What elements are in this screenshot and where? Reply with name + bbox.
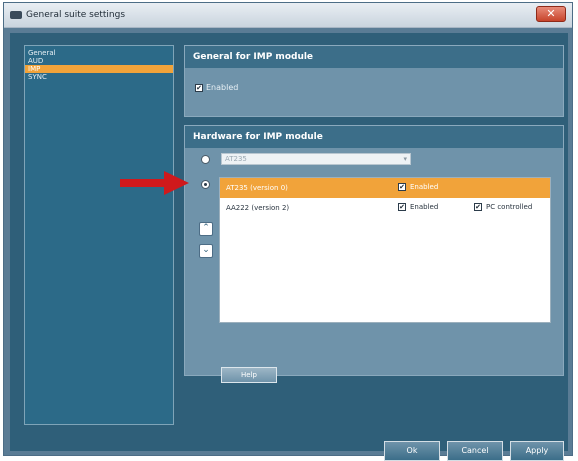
window-title: General suite settings bbox=[26, 10, 126, 20]
window-client-area: General AUD IMP SYNC General for IMP mod… bbox=[10, 33, 568, 461]
title-bar: General suite settings ✕ bbox=[4, 3, 572, 28]
hardware-group: Hardware for IMP module AT235 ▾ ⌃ ⌄ AT23… bbox=[184, 125, 564, 383]
general-group: General for IMP module ✔ Enabled bbox=[184, 45, 564, 117]
chevron-down-icon: ▾ bbox=[403, 155, 407, 163]
module-enabled-checkbox[interactable]: ✔ bbox=[195, 83, 203, 92]
hardware-combo[interactable]: AT235 ▾ bbox=[221, 153, 411, 165]
cancel-button[interactable]: Cancel bbox=[447, 441, 503, 461]
app-icon bbox=[10, 11, 22, 19]
move-down-button[interactable]: ⌄ bbox=[199, 244, 213, 258]
hardware-list-radio[interactable] bbox=[201, 180, 210, 189]
device-list[interactable]: AT235 (version 0) ✔ Enabled AA222 (versio… bbox=[219, 177, 551, 323]
device-name: AT235 (version 0) bbox=[226, 184, 288, 192]
help-button[interactable]: Help bbox=[221, 367, 277, 383]
hardware-group-title: Hardware for IMP module bbox=[185, 126, 563, 148]
pc-controlled-checkbox[interactable]: ✔ bbox=[474, 203, 482, 211]
close-button[interactable]: ✕ bbox=[536, 6, 566, 22]
module-enabled-label: Enabled bbox=[206, 83, 239, 92]
device-enabled-label: Enabled bbox=[410, 183, 439, 191]
red-arrow-annotation bbox=[120, 171, 189, 195]
nav-item-aud[interactable]: AUD bbox=[25, 57, 173, 65]
ok-button[interactable]: Ok bbox=[384, 441, 440, 461]
settings-nav-list: General AUD IMP SYNC bbox=[24, 45, 174, 425]
nav-item-general[interactable]: General bbox=[25, 49, 173, 57]
device-enabled: ✔ Enabled bbox=[398, 203, 438, 211]
device-name: AA222 (version 2) bbox=[226, 204, 290, 212]
device-enabled: ✔ Enabled bbox=[398, 183, 438, 191]
device-row[interactable]: AT235 (version 0) ✔ Enabled bbox=[220, 178, 550, 198]
pc-controlled-label: PC controlled bbox=[486, 203, 533, 211]
device-enabled-label: Enabled bbox=[410, 203, 439, 211]
module-enabled-row: ✔ Enabled bbox=[195, 83, 238, 92]
device-enabled-checkbox[interactable]: ✔ bbox=[398, 203, 406, 211]
settings-window: General suite settings ✕ General AUD IMP… bbox=[3, 2, 573, 461]
chevron-down-icon: ⌄ bbox=[202, 245, 210, 255]
nav-item-imp[interactable]: IMP bbox=[25, 65, 173, 73]
hardware-combo-radio[interactable] bbox=[201, 155, 210, 164]
device-pc-controlled: ✔ PC controlled bbox=[474, 203, 532, 211]
arrow-icon bbox=[120, 171, 189, 195]
move-up-button[interactable]: ⌃ bbox=[199, 222, 213, 236]
apply-button[interactable]: Apply bbox=[510, 441, 564, 461]
device-row[interactable]: AA222 (version 2) ✔ Enabled ✔ PC controlle… bbox=[220, 198, 550, 218]
nav-item-sync[interactable]: SYNC bbox=[25, 73, 173, 81]
device-enabled-checkbox[interactable]: ✔ bbox=[398, 183, 406, 191]
chevron-up-icon: ⌃ bbox=[202, 223, 210, 233]
general-group-title: General for IMP module bbox=[185, 46, 563, 68]
hardware-combo-value: AT235 bbox=[225, 155, 247, 163]
